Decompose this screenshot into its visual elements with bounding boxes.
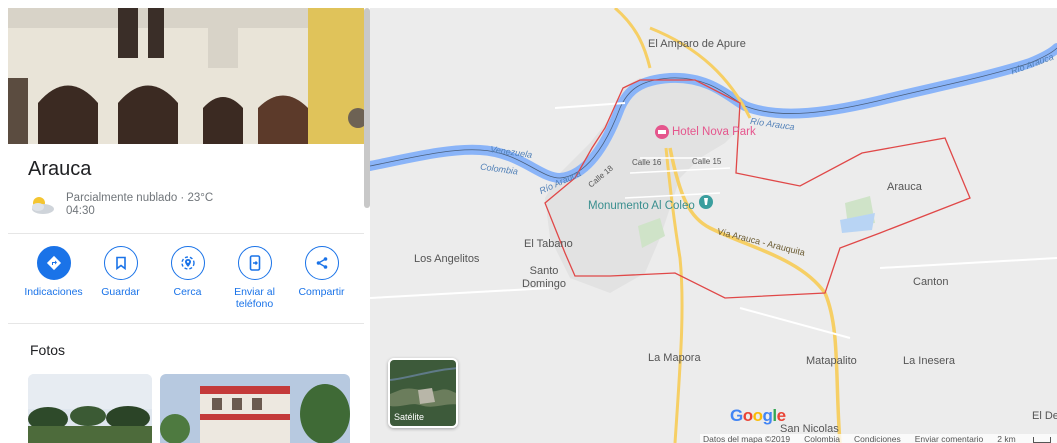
divider [8, 323, 364, 324]
terms-link[interactable]: Condiciones [854, 434, 901, 443]
map-footer: Datos del mapa ©2019 Colombia Condicione… [700, 434, 1057, 443]
send-to-phone-label: Enviar al teléfono [234, 286, 275, 310]
map-label-el-amparo[interactable]: El Amparo de Apure [648, 38, 746, 51]
photo-thumbnail[interactable] [160, 374, 350, 443]
map-poi-monumento-al-coleo[interactable]: Monumento Al Coleo [588, 200, 695, 213]
map-canvas[interactable]: El Amparo de Apure Venezuela Colombia Rí… [370, 8, 1057, 443]
action-bar: Indicaciones Guardar Cerca Enviar al tel… [20, 246, 356, 310]
nearby-icon [180, 256, 195, 270]
map-label-canton[interactable]: Canton [913, 276, 948, 289]
map-graphics [370, 8, 1057, 443]
map-label-el-de[interactable]: El De [1032, 410, 1057, 423]
map-country[interactable]: Colombia [804, 434, 840, 443]
nearby-button[interactable]: Cerca [154, 246, 221, 310]
share-icon [316, 257, 327, 269]
scale-label: 2 km [997, 434, 1016, 443]
map-poi-hotel-nova-park[interactable]: Hotel Nova Park [672, 126, 756, 139]
weather-info: Parcialmente nublado · 23°C 04:30 [28, 192, 213, 218]
map-label-la-mapora[interactable]: La Mapora [648, 352, 701, 365]
share-label: Compartir [298, 286, 345, 298]
place-panel: Arauca Parcialmente nublado · 23°C 04:30… [0, 0, 370, 443]
send-to-phone-icon [249, 255, 260, 271]
photo-thumbnail[interactable] [28, 374, 152, 443]
place-title: Arauca [28, 158, 92, 180]
weather-conditions: Parcialmente nublado · 23°C [66, 192, 214, 204]
feedback-link[interactable]: Enviar comentario [915, 434, 984, 443]
directions-label: Indicaciones [24, 286, 83, 298]
satellite-toggle[interactable]: Satélite [388, 358, 458, 428]
save-button[interactable]: Guardar [87, 246, 154, 310]
scale-bar [1032, 436, 1051, 443]
map-label-street: Calle 15 [692, 157, 722, 166]
map-data-attribution: Datos del mapa ©2019 [703, 434, 791, 443]
scale-indicator[interactable]: 2 km [997, 434, 1057, 443]
map-label-arauca[interactable]: Arauca [887, 181, 922, 194]
directions-button[interactable]: Indicaciones [20, 246, 87, 310]
divider [8, 233, 364, 234]
partly-cloudy-icon [28, 194, 56, 216]
map-label-street: Calle 16 [632, 158, 662, 167]
map-label-el-tabano[interactable]: El Tabano [524, 238, 573, 251]
directions-icon [46, 255, 61, 271]
map-label-los-angelitos[interactable]: Los Angelitos [414, 253, 479, 266]
bookmark-icon [115, 256, 126, 270]
save-label: Guardar [101, 286, 140, 298]
photos-section-title: Fotos [30, 342, 66, 358]
local-time: 04:30 [66, 205, 95, 217]
place-hero-photo[interactable] [8, 8, 364, 144]
google-logo: Google [730, 406, 786, 425]
satellite-label: Satélite [394, 412, 425, 422]
map-label-matapalito[interactable]: Matapalito [806, 355, 857, 368]
send-to-phone-button[interactable]: Enviar al teléfono [221, 246, 288, 310]
map-label-la-inesera[interactable]: La Inesera [903, 355, 955, 368]
map-label-santo-domingo[interactable]: Santo Domingo [522, 265, 566, 291]
share-button[interactable]: Compartir [288, 246, 355, 310]
nearby-label: Cerca [173, 286, 202, 298]
